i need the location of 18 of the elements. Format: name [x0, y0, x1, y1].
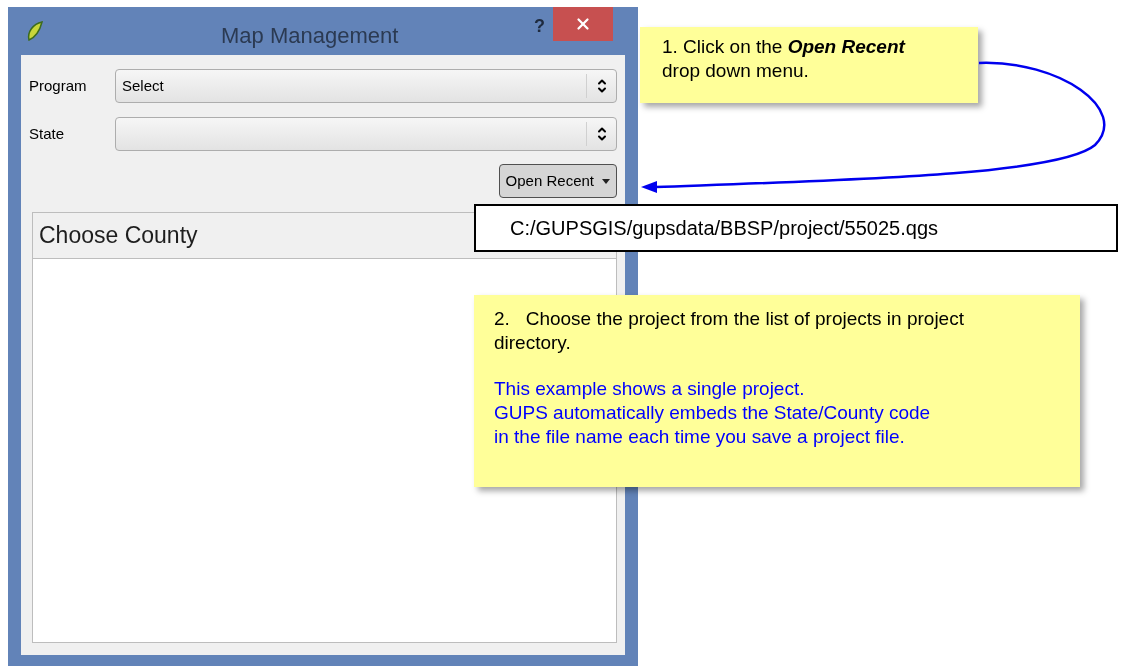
note-text: GUPS automatically embeds the State/County code [494, 401, 932, 425]
note-text: in the file name each time you save a project file. [494, 425, 906, 449]
note-text: This example shows a single project. [494, 377, 806, 401]
field-label: State [29, 123, 66, 144]
panel-title: Choose County [39, 220, 198, 250]
combo-box[interactable] [115, 117, 617, 151]
callout-text: 1. Click on the Open Recent drop down menu. [662, 35, 907, 83]
window-title: Map Management [221, 22, 399, 50]
close-button[interactable] [553, 7, 613, 41]
callout-text: 2. Choose the project from the list of projects in project directory. [494, 307, 965, 355]
help-button[interactable]: ? [534, 13, 545, 40]
leaf-logo-icon [25, 20, 45, 42]
caret-icon [602, 178, 610, 184]
combo-box[interactable]: Select [115, 69, 617, 103]
field-label: Program [29, 75, 88, 96]
open-recent-button[interactable]: Open Recent [498, 164, 617, 198]
menu-item[interactable]: C:/GUPSGIS/gupsdata/BBSP/project/55025.qgs [476, 213, 1116, 243]
close-icon [574, 15, 592, 33]
